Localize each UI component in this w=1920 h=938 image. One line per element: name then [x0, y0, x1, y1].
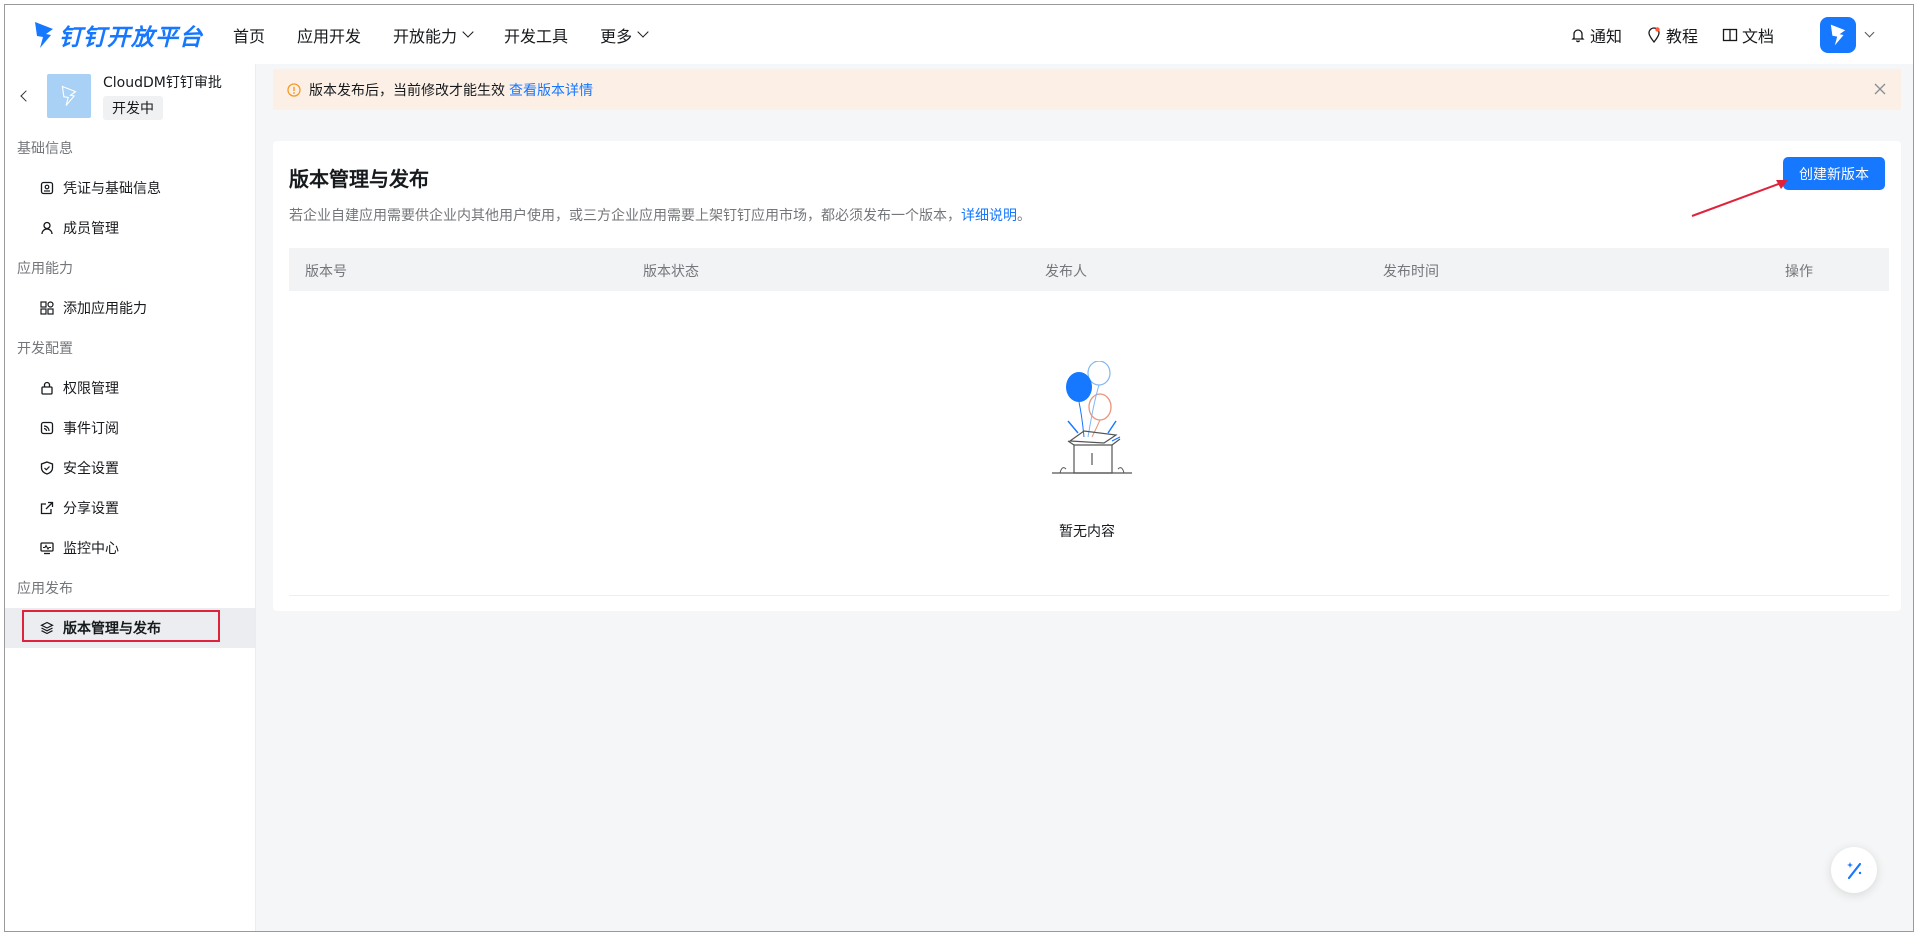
chevron-down-icon [462, 26, 474, 38]
brand-name: 钉钉开放平台 [59, 24, 203, 51]
sidebar-item-add-capability[interactable]: 添加应用能力 [5, 288, 255, 328]
group-app-release: 应用发布 [17, 581, 73, 597]
notify-label: 通知 [1589, 26, 1622, 46]
credential-icon [39, 181, 54, 196]
apps-icon [39, 301, 54, 316]
dingtalk-logo-icon [35, 21, 53, 48]
app-meta: CloudDM钉钉审批 开发中 [103, 72, 222, 120]
sidebar-item-credentials[interactable]: 凭证与基础信息 [5, 168, 255, 208]
info-icon [287, 82, 301, 97]
top-nav: 钉钉开放平台 首页 应用开发 开放能力 开发工具 更多 通知 教程 文档 [5, 5, 1913, 64]
user-menu[interactable] [1820, 16, 1875, 53]
empty-state-text: 暂无内容 [1059, 524, 1115, 540]
dingtalk-avatar-icon [1830, 24, 1846, 45]
sidebar-item-label: 权限管理 [63, 381, 119, 397]
nav-home[interactable]: 首页 [233, 23, 265, 47]
monitor-icon [39, 541, 54, 556]
nav-open-capability[interactable]: 开放能力 [393, 23, 474, 47]
sidebar-item-share[interactable]: 分享设置 [5, 488, 255, 528]
magic-wand-icon [1847, 862, 1862, 880]
chevron-down-icon [1864, 27, 1875, 38]
group-app-capability: 应用能力 [17, 261, 73, 277]
avatar [1820, 16, 1856, 53]
annotation-arrow [1691, 180, 1788, 217]
banner-text: 版本发布后，当前修改才能生效 [309, 82, 505, 99]
sidebar-item-label: 成员管理 [63, 221, 119, 237]
sidebar-item-label: 事件订阅 [63, 421, 119, 437]
nav-more[interactable]: 更多 [600, 23, 649, 47]
book-icon [1722, 28, 1738, 41]
app-logo-icon [61, 85, 77, 106]
chevron-down-icon [637, 26, 649, 38]
app-header: CloudDM钉钉审批 开发中 [5, 64, 255, 128]
column-publish-time: 发布时间 [1383, 264, 1439, 280]
sidebar-item-label: 分享设置 [63, 501, 119, 517]
lock-icon [39, 381, 54, 396]
tutorial-link[interactable]: 教程 [1646, 23, 1698, 47]
notify-link[interactable]: 通知 [1570, 23, 1622, 47]
member-icon [39, 221, 54, 236]
nav-app-dev[interactable]: 应用开发 [297, 23, 361, 47]
ai-assistant-button[interactable] [1831, 847, 1877, 893]
sidebar: CloudDM钉钉审批 开发中 基础信息 凭证与基础信息 成员管理 应用能力 添… [5, 64, 256, 931]
empty-illustration [273, 360, 1901, 495]
sidebar-item-version-release[interactable]: 版本管理与发布 [5, 608, 255, 648]
sidebar-item-label: 版本管理与发布 [63, 621, 161, 637]
page-description: 若企业自建应用需要供企业内其他用户使用，或三方企业应用需要上架钉钉应用市场，都必… [289, 205, 1031, 225]
banner-link[interactable]: 查看版本详情 [509, 80, 593, 100]
nav-dev-tools-label: 开发工具 [504, 26, 569, 46]
notice-banner: 版本发布后，当前修改才能生效 查看版本详情 [273, 69, 1901, 110]
column-actions: 操作 [1785, 264, 1813, 280]
app-window: 钉钉开放平台 首页 应用开发 开放能力 开发工具 更多 通知 教程 文档 Clo… [4, 4, 1914, 932]
version-card: 版本管理与发布 若企业自建应用需要供企业内其他用户使用，或三方企业应用需要上架钉… [273, 141, 1901, 611]
sidebar-item-events[interactable]: 事件订阅 [5, 408, 255, 448]
empty-box-balloons-icon [1052, 360, 1132, 474]
nav-dev-tools[interactable]: 开发工具 [504, 23, 568, 47]
bell-icon [1571, 28, 1585, 42]
sidebar-item-members[interactable]: 成员管理 [5, 208, 255, 248]
shield-icon [39, 461, 54, 476]
column-version-number: 版本号 [305, 264, 347, 280]
app-icon [47, 74, 91, 118]
nav-open-capability-label: 开放能力 [393, 26, 458, 46]
layers-icon [39, 621, 54, 636]
description-end: 。 [1017, 208, 1031, 224]
sidebar-item-monitor[interactable]: 监控中心 [5, 528, 255, 568]
share-icon [39, 501, 54, 516]
main-nav: 首页 应用开发 开放能力 开发工具 更多 [233, 23, 679, 47]
chevron-left-icon [20, 90, 32, 102]
group-basic-info: 基础信息 [17, 141, 73, 157]
sidebar-item-label: 凭证与基础信息 [63, 181, 161, 197]
create-version-button[interactable]: 创建新版本 [1783, 157, 1885, 190]
tutorial-label: 教程 [1665, 26, 1698, 46]
column-version-status: 版本状态 [643, 264, 699, 280]
description-text: 若企业自建应用需要供企业内其他用户使用，或三方企业应用需要上架钉钉应用市场，都必… [289, 208, 961, 224]
brand-logo[interactable]: 钉钉开放平台 [33, 18, 203, 52]
nav-home-label: 首页 [233, 26, 266, 46]
app-name: CloudDM钉钉审批 [103, 75, 222, 91]
nav-right: 通知 教程 文档 [1546, 5, 1875, 64]
sidebar-item-security[interactable]: 安全设置 [5, 448, 255, 488]
nav-more-label: 更多 [600, 26, 633, 46]
page-title: 版本管理与发布 [289, 167, 429, 191]
docs-label: 文档 [1741, 26, 1774, 46]
back-button[interactable] [19, 89, 33, 103]
sidebar-item-label: 添加应用能力 [63, 301, 147, 317]
close-icon[interactable] [1873, 82, 1887, 96]
column-publisher: 发布人 [1045, 264, 1087, 280]
nav-app-dev-label: 应用开发 [297, 26, 362, 46]
docs-link[interactable]: 文档 [1722, 23, 1774, 47]
sidebar-item-label: 监控中心 [63, 541, 119, 557]
group-dev-config: 开发配置 [17, 341, 73, 357]
location-pin-icon [1648, 26, 1660, 43]
table-bottom-divider [289, 595, 1889, 596]
detail-link[interactable]: 详细说明 [961, 208, 1017, 224]
status-badge: 开发中 [103, 96, 163, 120]
sidebar-item-permissions[interactable]: 权限管理 [5, 368, 255, 408]
table-header: 版本号 版本状态 发布人 发布时间 操作 [289, 248, 1889, 291]
rss-icon [39, 421, 54, 436]
sidebar-item-label: 安全设置 [63, 461, 119, 477]
